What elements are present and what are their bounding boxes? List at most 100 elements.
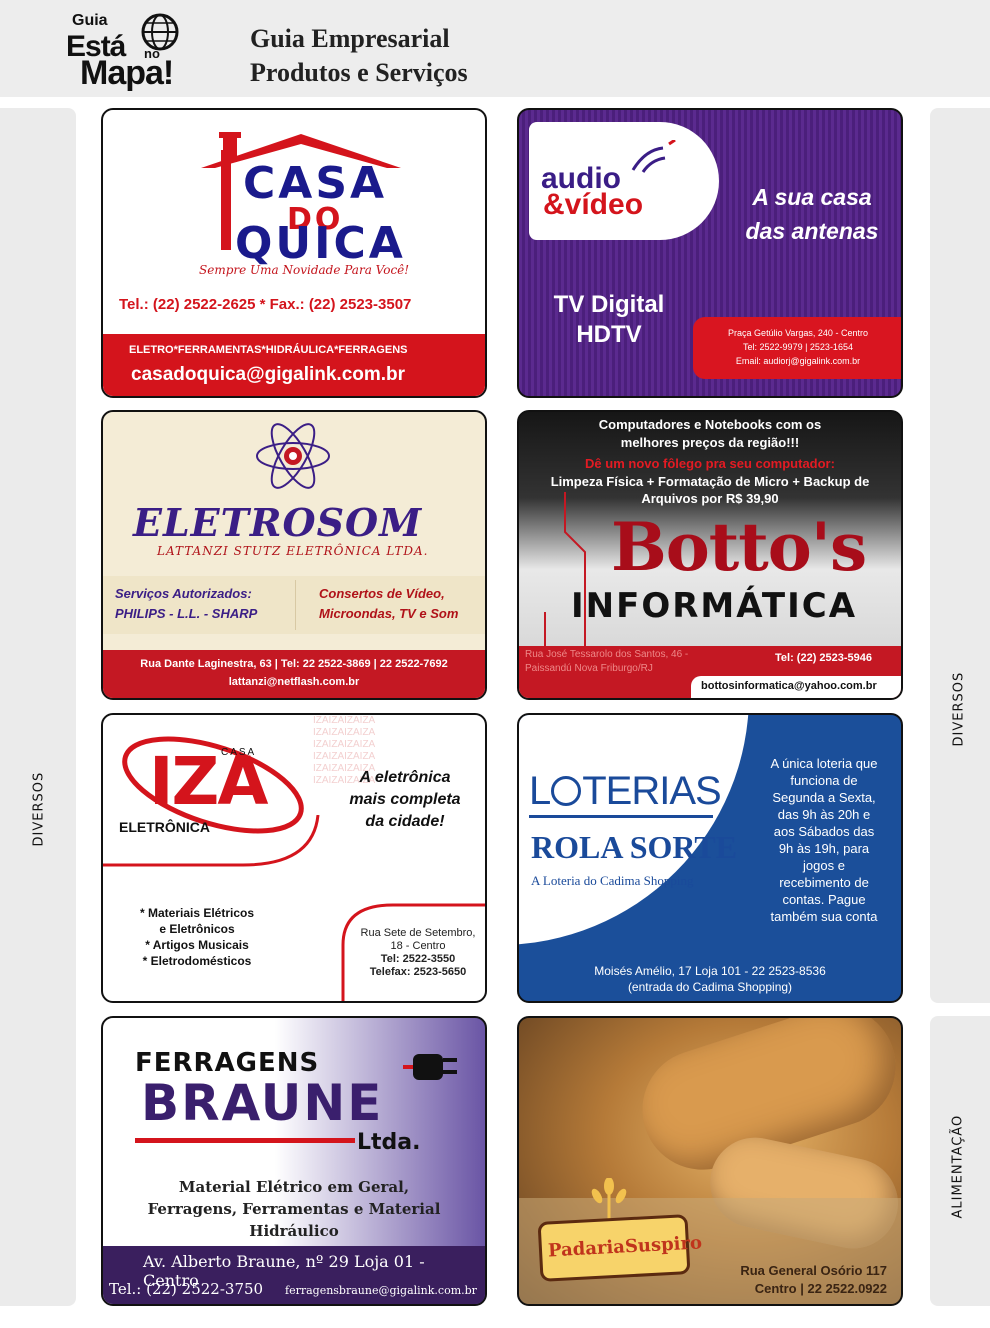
section-tab-diversos-right[interactable]: DIVERSOS	[930, 108, 990, 1003]
iza-slogan-line1: A eletrônica	[359, 769, 451, 786]
loterias-info-line: funciona de	[790, 773, 858, 788]
ad-eletrosom[interactable]: ELETROSOM LATTANZI STUTZ ELETRÔNICA LTDA…	[101, 410, 487, 700]
globe-icon	[141, 13, 179, 51]
quica-word-quica: QUICA	[235, 218, 406, 269]
iza-telefax: Telefax: 2523-5650	[369, 966, 467, 978]
logo-word-guia: Guia	[72, 12, 108, 29]
iza-address-line1: Rua Sete de Setembro,	[360, 927, 476, 939]
ad-padaria-suspiro[interactable]: PadariaSuspiro Rua General Osório 117 Ce…	[517, 1016, 903, 1306]
logo-word-mapa: Mapa!	[80, 54, 174, 92]
section-tab-alimentacao[interactable]: ALIMENTAÇÃO	[930, 1016, 990, 1306]
signal-waves-icon	[631, 140, 676, 173]
audio-video-email-link[interactable]: Email: audiorj@gigalink.com.br	[693, 354, 901, 368]
audio-video-tv-line1: TV Digital	[553, 291, 665, 318]
eletrosom-name: ELETROSOM	[133, 500, 423, 545]
bottos-phone: Tel: (22) 2523-5946	[775, 652, 873, 664]
bottos-name: Botto's	[611, 508, 867, 586]
page-header: Guia Está no Mapa! Guia Empresarial Prod…	[0, 0, 990, 97]
bottos-address-line2: Paissandú Nova Friburgo/RJ	[525, 663, 653, 674]
bottos-informatica-word: INFORMÁTICA	[571, 586, 858, 626]
bottos-email-link[interactable]: bottosinformatica@yahoo.com.br	[701, 680, 877, 692]
bottos-headline-line1: Computadores e Notebooks com os	[598, 417, 822, 432]
audio-video-slogan: A sua casa das antenas	[727, 180, 897, 248]
iza-product-list: * Materiais Elétricos e Eletrônicos * Ar…	[117, 905, 277, 969]
quica-footer-bar: ELETRO*FERRAMENTAS*HIDRÁULICA*FERRAGENS …	[103, 334, 485, 396]
bottos-offer-line1: Limpeza Física + Formatação de Micro + B…	[550, 474, 870, 489]
loterias-info-line: jogos e	[803, 858, 845, 873]
padaria-address-line1: Rua General Osório 117	[740, 1263, 887, 1278]
ad-audio-video[interactable]: audio &vídeo A sua casa das antenas TV D…	[517, 108, 903, 398]
iza-word-eletronica: ELETRÔNICA	[119, 819, 210, 835]
house-wall-left	[221, 150, 231, 250]
bottos-email-box: bottosinformatica@yahoo.com.br	[691, 676, 901, 698]
braune-email-link[interactable]: ferragensbraune@gigalink.com.br	[285, 1284, 477, 1297]
ad-loterias-rola-sorte[interactable]: L TERIAS ROLA SORTE A Loteria do Cadima S…	[517, 713, 903, 1003]
iza-contact: Rua Sete de Setembro, 18 - Centro Tel: 2…	[351, 927, 485, 979]
section-label-right-bottom: ALIMENTAÇÃO	[950, 1114, 966, 1219]
eletrosom-left-line1: Serviços Autorizados:	[115, 586, 252, 601]
audio-video-logo-box: audio &vídeo	[529, 122, 719, 240]
iza-pattern-row: IZAIZAIZAIZA	[313, 715, 376, 726]
list-item: * Eletrodomésticos	[142, 954, 252, 968]
loterias-address-line1: Moisés Amélio, 17 Loja 101 - 22 2523-853…	[594, 964, 826, 978]
loterias-subtitle: A Loteria do Cadima Shopping	[531, 873, 694, 888]
loterias-info-line: contas. Pague	[782, 892, 866, 907]
ad-bottos-informatica[interactable]: Computadores e Notebooks com os melhores…	[517, 410, 903, 700]
braune-phone: Tel.: (22) 2522-3750	[109, 1280, 264, 1298]
iza-address-line2: 18 - Centro	[390, 940, 446, 952]
bottos-offer-title: Dê um novo fôlego pra seu computador:	[585, 456, 835, 471]
bottos-footer-bar: Rua José Tessarolo dos Santos, 46 - Pais…	[519, 646, 901, 698]
eletrosom-footer-bar: Rua Dante Laginestra, 63 | Tel: 22 2522-…	[103, 650, 485, 698]
iza-phone: Tel: 2522-3550	[380, 953, 456, 965]
braune-footer-bar: Av. Alberto Braune, nº 29 Loja 01 - Cent…	[103, 1246, 485, 1304]
ad-ferragens-braune[interactable]: FERRAGENS BRAUNE Ltda. Material Elétrico…	[101, 1016, 487, 1306]
eletrosom-right-line1: Consertos de Vídeo,	[319, 586, 445, 601]
loterias-info-line: Segunda a Sexta,	[772, 790, 876, 805]
iza-slogan: A eletrônica mais completa da cidade!	[325, 767, 485, 833]
audio-video-slogan-line1: A sua casa	[752, 184, 872, 210]
audio-video-contact-box: Praça Getúlio Vargas, 240 - Centro Tel: …	[693, 317, 901, 379]
atom-icon	[256, 423, 330, 489]
quica-categories: ELETRO*FERRAMENTAS*HIDRÁULICA*FERRAGENS	[129, 344, 408, 356]
clover-icon	[551, 776, 582, 806]
braune-name: BRAUNE	[141, 1074, 384, 1132]
section-label-left: DIVERSOS	[31, 771, 47, 847]
loterias-underline	[529, 815, 713, 818]
ad-casa-do-quica[interactable]: CASA DO QUICA Sempre Uma Novidade Para V…	[101, 108, 487, 398]
iza-name: IZA	[149, 743, 268, 820]
eletrosom-services-left: Serviços Autorizados: PHILIPS - L.L. - S…	[115, 584, 257, 624]
padaria-logo: PadariaSuspiro	[537, 1214, 702, 1282]
eletrosom-subtitle: LATTANZI STUTZ ELETRÔNICA LTDA.	[157, 544, 429, 558]
bottos-headline-line2: melhores preços da região!!!	[620, 435, 800, 450]
loterias-address: Moisés Amélio, 17 Loja 101 - 22 2523-853…	[519, 963, 901, 995]
loterias-info-line: A única loteria que	[770, 756, 878, 771]
eletrosom-email-link[interactable]: lattanzi@netflash.com.br	[103, 673, 485, 691]
list-item: * Artigos Musicais	[145, 938, 249, 952]
padaria-address: Rua General Osório 117 Centro | 22 2522.…	[740, 1262, 887, 1298]
section-label-right-top: DIVERSOS	[951, 671, 967, 747]
loterias-info-line: recebimento de	[779, 875, 869, 890]
quica-slogan: Sempre Uma Novidade Para Você!	[199, 263, 410, 277]
bottos-address-line1: Rua José Tessarolo dos Santos, 46 -	[525, 649, 689, 660]
loterias-info-line: também sua conta	[770, 909, 878, 924]
audio-video-address: Praça Getúlio Vargas, 240 - Centro	[728, 328, 868, 338]
braune-ltda: Ltda.	[357, 1130, 421, 1155]
eletrosom-address: Rua Dante Laginestra, 63 | Tel: 22 2522-…	[140, 658, 448, 670]
iza-slogan-line2: mais completa	[349, 791, 461, 808]
eletrosom-right-line2: Microondas, TV e Som	[319, 606, 459, 621]
guia-esta-no-mapa-logo[interactable]: Guia Está no Mapa!	[58, 10, 188, 94]
loterias-info-line: 9h às 19h, para	[778, 841, 870, 856]
audio-video-slogan-line2: das antenas	[745, 218, 879, 244]
page-title: Guia Empresarial	[250, 24, 450, 53]
section-tab-diversos-left[interactable]: DIVERSOS	[0, 108, 76, 1306]
ad-casa-iza[interactable]: IZAIZAIZAIZA IZAIZAIZAIZA IZAIZAIZAIZA I…	[101, 713, 487, 1003]
eletrosom-services-right: Consertos de Vídeo, Microondas, TV e Som	[319, 584, 458, 624]
list-item: e Eletrônicos	[159, 922, 235, 936]
loterias-title-l: L	[529, 769, 551, 813]
eletrosom-services-band: Serviços Autorizados: PHILIPS - L.L. - S…	[103, 576, 485, 634]
iza-pattern-row: IZAIZAIZAIZA	[313, 739, 376, 750]
braune-description-line1: Material Elétrico em Geral,	[178, 1178, 410, 1196]
quica-email-link[interactable]: casadoquica@gigalink.com.br	[131, 364, 405, 386]
red-cable-decoration	[135, 1138, 355, 1143]
eletrosom-left-line2: PHILIPS - L.L. - SHARP	[115, 606, 258, 621]
